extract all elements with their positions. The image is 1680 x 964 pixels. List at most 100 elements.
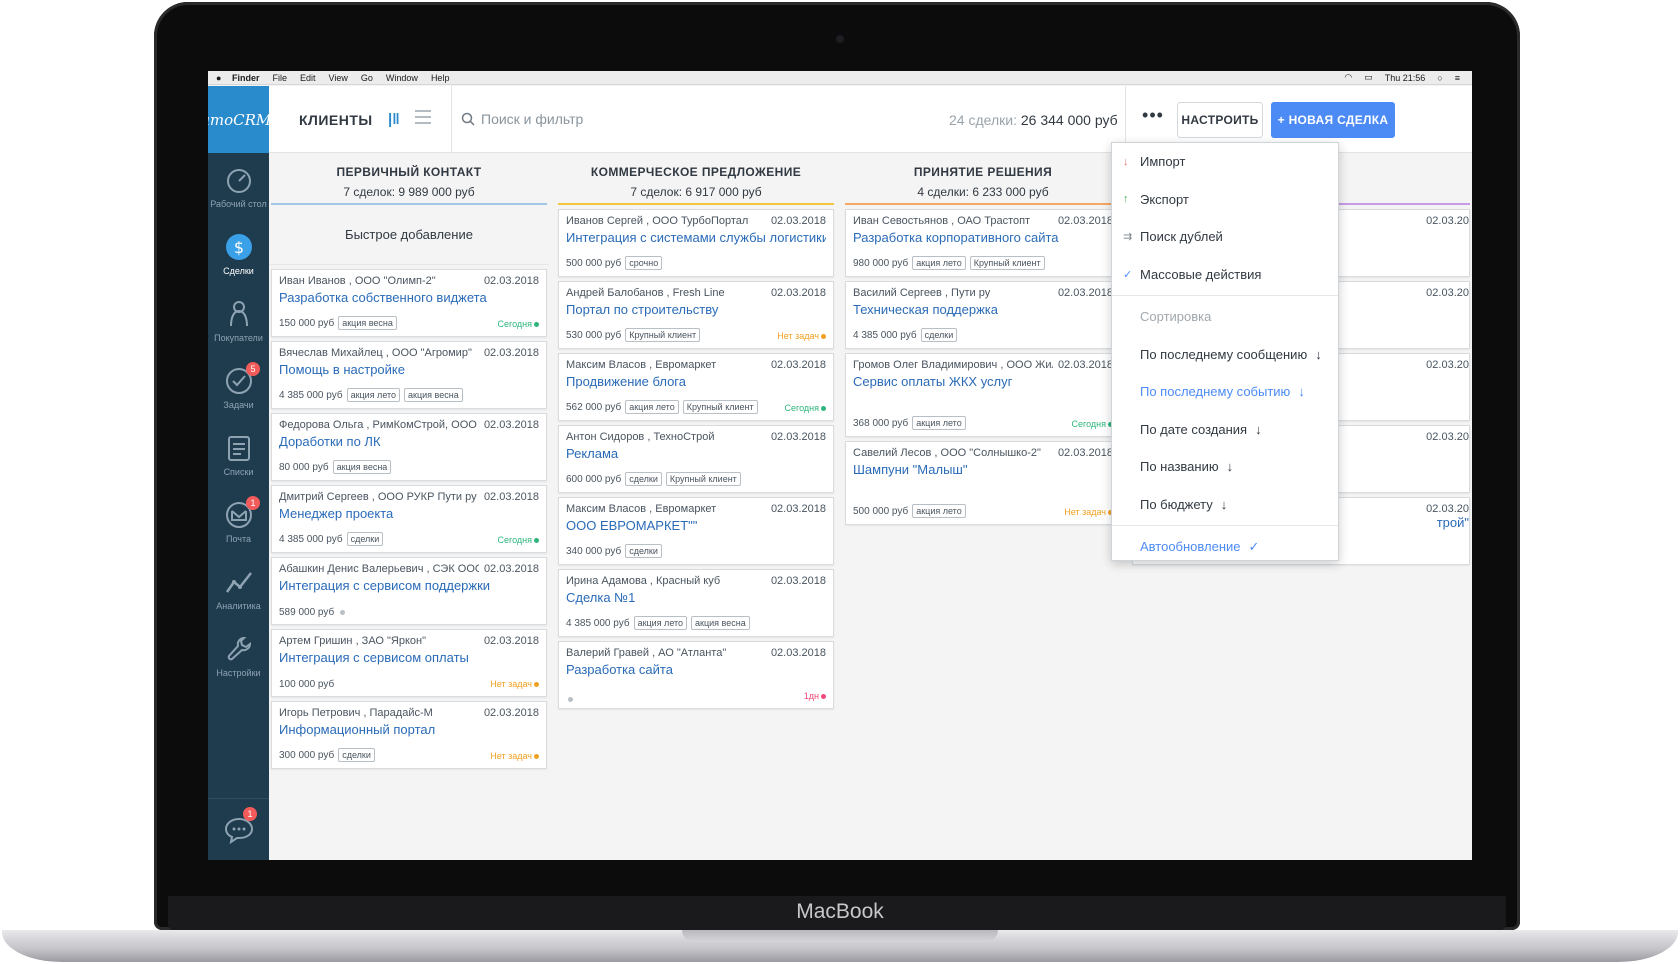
- deal-name-link[interactable]: Реклама: [566, 446, 826, 461]
- sidebar-item-dashboard[interactable]: Рабочий стол: [208, 153, 269, 220]
- deal-name-link[interactable]: Разработка корпоративного сайта: [853, 230, 1113, 245]
- deal-tag[interactable]: акция лето: [625, 400, 679, 414]
- sidebar-item-lists[interactable]: Списки: [208, 421, 269, 488]
- deal-name-link[interactable]: Сервис оплаты ЖКХ услуг: [853, 374, 1113, 389]
- search-box[interactable]: [461, 104, 921, 134]
- deal-name-link[interactable]: Интеграция с сервисом оплаты: [279, 650, 539, 665]
- deal-name-link[interactable]: Портал по строительству: [566, 302, 826, 317]
- deal-name-link[interactable]: Интеграция с сервисом поддержки: [279, 578, 539, 593]
- deal-tag[interactable]: акция весна: [338, 316, 397, 330]
- deal-card[interactable]: Иванов Сергей , ООО ТурбоПортал 02.03.201…: [558, 209, 834, 277]
- menu-window[interactable]: Window: [386, 73, 418, 83]
- deal-name-link[interactable]: Сделка №1: [566, 590, 826, 605]
- deal-name-link[interactable]: Разработка сайта: [566, 662, 826, 677]
- deal-tag[interactable]: акция весна: [404, 388, 463, 402]
- deal-contact[interactable]: Савелий Лесов , ООО "Солнышко-2": [853, 447, 1053, 459]
- deal-name-link[interactable]: Техническая поддержка: [853, 302, 1113, 317]
- dropdown-item-duplicates[interactable]: ⇉ Поиск дублей: [1112, 218, 1338, 256]
- deal-contact[interactable]: Андрей Балобанов , Fresh Line: [566, 287, 766, 299]
- deal-contact[interactable]: Федорова Ольга , РимКомСтрой, ООО: [279, 419, 479, 431]
- pipeline-title[interactable]: КЛИЕНТЫ: [299, 112, 373, 128]
- deal-tag[interactable]: акция весна: [691, 616, 750, 630]
- pipeline-view-icon[interactable]: |‖: [388, 111, 400, 128]
- deal-tag[interactable]: сделки: [346, 532, 384, 546]
- sort-option[interactable]: По дате создания ↓: [1112, 411, 1338, 449]
- wifi-icon[interactable]: ◠: [1344, 72, 1352, 83]
- deal-tag[interactable]: сделки: [625, 472, 662, 486]
- more-button[interactable]: •••: [1139, 106, 1167, 132]
- sort-option[interactable]: По последнему событию ↓: [1112, 373, 1338, 411]
- chat-button[interactable]: 1: [208, 798, 269, 860]
- sort-option[interactable]: По бюджету ↓: [1112, 486, 1338, 524]
- deal-contact[interactable]: Василий Сергеев , Пути ру: [853, 287, 1053, 299]
- sort-option[interactable]: По названию ↓: [1112, 448, 1338, 486]
- deal-name-link[interactable]: Помощь в настройке: [279, 362, 539, 377]
- deal-card[interactable]: Антон Сидоров , ТехноСтрой 02.03.2018 Рекл…: [558, 425, 834, 493]
- deal-name-link[interactable]: Интеграция с системами службы логистики: [566, 230, 826, 245]
- menu-file[interactable]: File: [273, 73, 288, 83]
- dropdown-item-import[interactable]: ↓ Импорт: [1112, 143, 1338, 181]
- deal-card[interactable]: Максим Власов , Евромаркет 02.03.2018 Прод…: [558, 353, 834, 421]
- deal-tag[interactable]: акция лето: [633, 616, 688, 630]
- deal-contact[interactable]: Максим Власов , Евромаркет: [566, 503, 766, 515]
- deal-tag[interactable]: акция весна: [332, 460, 392, 474]
- menu-view[interactable]: View: [329, 73, 348, 83]
- deal-contact[interactable]: Громов Олег Владимирович , ООО ЖилСтройС…: [853, 359, 1053, 371]
- deal-tag[interactable]: акция лето: [912, 504, 966, 518]
- menu-help[interactable]: Help: [431, 73, 450, 83]
- deal-card[interactable]: Василий Сергеев , Пути ру 02.03.2018 Техни…: [845, 281, 1121, 349]
- clock[interactable]: Thu 21:56: [1385, 73, 1426, 83]
- deal-tag[interactable]: сделки: [920, 328, 958, 342]
- deal-card[interactable]: Иван Севостьянов , ОАО Трастопт 02.03.201…: [845, 209, 1121, 277]
- deal-card[interactable]: Ирина Адамова , Красный куб 02.03.2018 Сде…: [558, 569, 834, 637]
- deal-card[interactable]: Игорь Петрович , Парадайс-М 02.03.2018 Инф…: [271, 701, 547, 769]
- deal-tag[interactable]: сделки: [338, 748, 375, 762]
- sidebar-item-analytics[interactable]: Аналитика: [208, 555, 269, 622]
- spotlight-icon[interactable]: ○: [1437, 73, 1442, 83]
- sidebar-item-tasks[interactable]: Задачи 5: [208, 354, 269, 421]
- logo[interactable]: amoCRM.: [208, 86, 276, 153]
- deal-tag[interactable]: Крупный клиент: [625, 328, 701, 342]
- deal-tag[interactable]: акция лето: [912, 256, 966, 270]
- deal-card[interactable]: Громов Олег Владимирович , ООО ЖилСтройС…: [845, 353, 1121, 437]
- deal-contact[interactable]: Антон Сидоров , ТехноСтрой: [566, 431, 766, 443]
- deal-contact[interactable]: Ирина Адамова , Красный куб: [566, 575, 766, 587]
- deal-name-link[interactable]: Разработка собственного виджета: [279, 290, 539, 305]
- deal-tag[interactable]: Крупный клиент: [665, 472, 741, 486]
- list-view-icon[interactable]: [415, 110, 431, 124]
- deal-tag[interactable]: Крупный клиент: [969, 256, 1045, 270]
- deal-contact[interactable]: Вячеслав Михайлец , ООО "Агромир": [279, 347, 479, 359]
- sort-option[interactable]: По последнему сообщению ↓: [1112, 336, 1338, 374]
- deal-name-link[interactable]: трой": [1437, 515, 1469, 530]
- deal-contact[interactable]: Дмитрий Сергеев , ООО РУКР Пути ру: [279, 491, 479, 503]
- deal-contact[interactable]: Игорь Петрович , Парадайс-М: [279, 707, 479, 719]
- quick-add-button[interactable]: Быстрое добавление: [269, 205, 549, 265]
- deal-contact[interactable]: Иван Иванов , ООО "Олимп-2": [279, 275, 479, 287]
- deal-card[interactable]: Максим Власов , Евромаркет 02.03.2018 ООО …: [558, 497, 834, 565]
- new-deal-button[interactable]: + НОВАЯ СДЕЛКА: [1271, 102, 1395, 138]
- setup-button[interactable]: НАСТРОИТЬ: [1177, 102, 1263, 138]
- auto-update-toggle[interactable]: Автообновление ✓: [1112, 528, 1338, 566]
- deal-contact[interactable]: Максим Власов , Евромаркет: [566, 359, 766, 371]
- deal-card[interactable]: Федорова Ольга , РимКомСтрой, ООО 02.03.2…: [271, 413, 547, 481]
- menu-edit[interactable]: Edit: [300, 73, 316, 83]
- sidebar-item-settings[interactable]: Настройки: [208, 622, 269, 689]
- deal-card[interactable]: Андрей Балобанов , Fresh Line 02.03.2018 П…: [558, 281, 834, 349]
- deal-tag[interactable]: акция лето: [912, 416, 966, 430]
- deal-name-link[interactable]: Доработки по ЛК: [279, 434, 539, 449]
- deal-card[interactable]: Валерий Гравей , АО "Атланта" 02.03.2018 Р…: [558, 641, 834, 709]
- sidebar-item-customers[interactable]: Покупатели: [208, 287, 269, 354]
- battery-icon[interactable]: ▭: [1364, 72, 1373, 83]
- deal-contact[interactable]: Иван Севостьянов , ОАО Трастопт: [853, 215, 1053, 227]
- deal-tag[interactable]: акция лето: [346, 388, 401, 402]
- deal-name-link[interactable]: ООО ЕВРОМАРКЕТ"": [566, 518, 826, 533]
- deal-contact[interactable]: Абашкин Денис Валерьевич , СЭК ООО: [279, 563, 479, 575]
- apple-icon[interactable]: ●: [216, 73, 232, 83]
- menu-go[interactable]: Go: [361, 73, 373, 83]
- deal-tag[interactable]: Крупный клиент: [682, 400, 758, 414]
- deal-card[interactable]: Савелий Лесов , ООО "Солнышко-2" 02.03.20…: [845, 441, 1121, 525]
- deal-card[interactable]: Абашкин Денис Валерьевич , СЭК ООО 02.03.…: [271, 557, 547, 625]
- deal-contact[interactable]: Валерий Гравей , АО "Атланта": [566, 647, 766, 659]
- deal-name-link[interactable]: Менеджер проекта: [279, 506, 539, 521]
- menu-finder[interactable]: Finder: [232, 73, 260, 83]
